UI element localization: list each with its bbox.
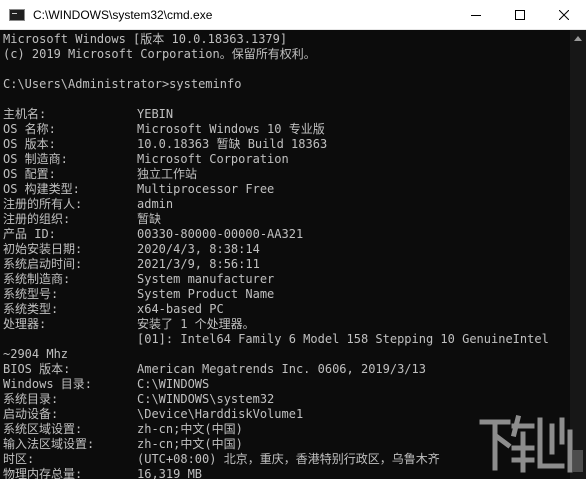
console-row-key: 处理器: [3,317,47,331]
title-bar[interactable]: C:\WINDOWS\system32\cmd.exe [0,0,586,30]
console-row-value: 暂缺 [137,212,162,226]
console-row-value: x64-based PC [137,302,224,316]
console-header-line: Microsoft Windows [版本 10.0.18363.1379] [3,32,288,46]
console-app-icon [9,8,25,21]
console-row-key: 时区: [3,452,35,466]
console-row-value: C:\WINDOWS\system32 [137,392,275,406]
console-row-value: Microsoft Windows 10 专业版 [137,122,325,136]
maximize-button[interactable] [498,0,542,30]
console-row-value: (UTC+08:00) 北京，重庆，香港特别行政区，乌鲁木齐 [137,452,440,466]
console-row-value: zh-cn;中文(中国) [137,422,243,436]
cmd-window: C:\WINDOWS\system32\cmd.exe Microsoft Wi… [0,0,586,479]
watermark-logo-icon [479,414,573,473]
console-row-value: 2021/3/9, 8:56:11 [137,257,260,271]
console-row-key: 系统区域设置: [3,422,83,436]
console-row-value: 16,319 MB [137,467,203,479]
console-row-key: 系统目录: [3,392,59,406]
console-row-key: 注册的所有人: [3,197,83,211]
console-row-key: OS 版本: [3,137,56,151]
console-row-value: YEBIN [137,107,174,121]
console-row-key: OS 制造商: [3,152,68,166]
console-row-key: 系统型号: [3,287,59,301]
console-row-key: 主机名: [3,107,47,121]
console-row-value: Multiprocessor Free [137,182,275,196]
console-row-key: 系统启动时间: [3,257,83,271]
console-row-value: American Megatrends Inc. 0606, 2019/3/13 [137,362,426,376]
console-header-line: (c) 2019 Microsoft Corporation。保留所有权利。 [3,47,316,61]
console-row-value: 00330-80000-00000-AA321 [137,227,304,241]
console-header-line: C:\Users\Administrator>systeminfo [3,77,242,91]
console-row-key: Windows 目录: [3,377,93,391]
console-row-value: 安装了 1 个处理器。 [137,317,255,331]
console-row-value: System manufacturer [137,272,275,286]
chevron-up-icon [574,35,582,41]
console-row-value: admin [137,197,174,211]
console-row-value: C:\WINDOWS [137,377,210,391]
console-row-value: 10.0.18363 暂缺 Build 18363 [137,137,328,151]
console-row-key: 输入法区域设置: [3,437,95,451]
console-row-key: 系统类型: [3,302,59,316]
scroll-up-button[interactable] [570,30,586,46]
console-row-value: zh-cn;中文(中国) [137,437,243,451]
console-row-value: [01]: Intel64 Family 6 Model 158 Steppin… [137,332,549,346]
console-row-key: BIOS 版本: [3,362,71,376]
minimize-icon [471,14,481,16]
minimize-button[interactable] [454,0,498,30]
console-row-key: OS 构建类型: [3,182,80,196]
console-row-value: System Product Name [137,287,275,301]
console-row-key: 注册的组织: [3,212,71,226]
console-row-value: 独立工作站 [137,167,198,181]
maximize-icon [515,9,525,20]
console-row-key: 物理内存总量: [3,467,83,479]
console-row-key: OS 配置: [3,167,56,181]
console-row-value: Microsoft Corporation [137,152,289,166]
close-button[interactable] [542,0,586,30]
console-row-key: 系统制造商: [3,272,71,286]
console-row-value: 2020/4/3, 8:38:14 [137,242,260,256]
console-row-key: 启动设备: [3,407,59,421]
console-row-key: 产品 ID: [3,227,56,241]
close-icon [559,9,569,20]
window-controls [454,0,586,30]
window-title: C:\WINDOWS\system32\cmd.exe [33,7,213,22]
console-row-key: 初始安装日期: [3,242,83,256]
console-row-key: OS 名称: [3,122,56,136]
console-row-key: ~2904 Mhz [3,347,69,361]
console-row-value: \Device\HarddiskVolume1 [137,407,304,421]
